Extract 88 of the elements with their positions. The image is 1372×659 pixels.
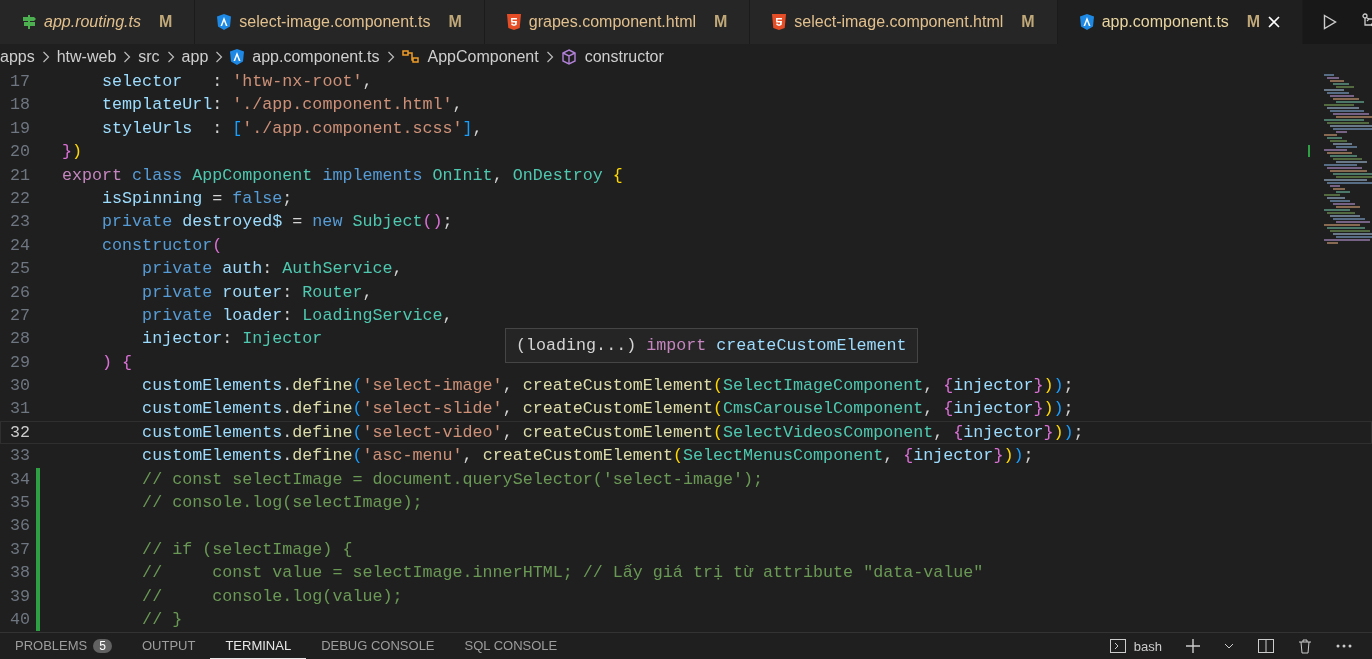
code-line: isSpinning = false; xyxy=(101,187,293,210)
code-line: injector: Injector xyxy=(141,328,323,351)
code-line: customElements.define('select-video', createCustomElement(SelectVideosComponent, {injector})); xyxy=(141,421,1084,444)
shield-icon xyxy=(772,14,787,30)
file-tab[interactable]: select-image.component.ts M xyxy=(195,0,485,44)
line-number: 23 xyxy=(8,211,30,234)
breadcrumb-item[interactable]: src xyxy=(138,45,160,69)
file-tab[interactable]: app.component.ts M xyxy=(1057,0,1304,44)
chevron-icon xyxy=(123,51,132,63)
trash-icon xyxy=(1298,638,1312,654)
chevron-icon xyxy=(215,51,224,63)
terminal-icon xyxy=(1109,639,1126,653)
line-number: 35 xyxy=(8,492,30,515)
shield-icon xyxy=(506,14,521,30)
chevron-icon xyxy=(166,51,175,63)
breadcrumb-item[interactable]: app xyxy=(181,45,209,69)
panel-tab[interactable]: TERMINAL xyxy=(210,633,307,659)
line-number: 26 xyxy=(8,281,30,304)
cube-icon xyxy=(560,49,577,65)
breadcrumb-item[interactable]: apps xyxy=(0,45,35,69)
code-line: constructor( xyxy=(101,234,223,257)
file-tab[interactable]: select-image.component.html M xyxy=(750,0,1058,44)
line-number: 17 xyxy=(8,71,30,93)
panel-tab[interactable]: OUTPUT xyxy=(126,633,211,659)
breadcrumb-item[interactable]: app.component.ts xyxy=(230,45,380,69)
shield-icon xyxy=(217,14,232,30)
line-number: 30 xyxy=(8,375,30,398)
line-number: 25 xyxy=(8,258,30,281)
line-number: 28 xyxy=(8,328,30,351)
plus-icon xyxy=(1186,639,1200,653)
line-number: 29 xyxy=(8,351,30,374)
signpost-icon xyxy=(22,14,36,30)
more-icon xyxy=(1336,644,1352,648)
code-line: // const value = selectImage.innerHTML; // Lấy giá trị từ attribute "data-value" xyxy=(141,562,984,585)
code-line: customElements.define('select-slide', createCustomElement(CmsCarouselComponent, {injector})); xyxy=(141,398,1074,421)
hover-tooltip: (loading...) import createCustomElement xyxy=(505,328,918,364)
line-number: 22 xyxy=(8,187,30,210)
code-line: templateUrl: './app.component.html', xyxy=(101,94,463,117)
panel-tab[interactable]: DEBUG CONSOLE xyxy=(306,633,450,659)
code-line: selector : 'htw-nx-root', xyxy=(101,71,373,93)
breadcrumb-item[interactable]: constructor xyxy=(560,45,664,69)
line-number: 40 xyxy=(8,609,30,631)
breadcrumb-item[interactable]: AppComponent xyxy=(401,45,539,69)
shield-icon xyxy=(1079,14,1094,30)
code-line: styleUrls : ['./app.component.scss'], xyxy=(101,117,483,140)
chevron-icon xyxy=(386,51,395,63)
line-number: 39 xyxy=(8,585,30,608)
file-tab[interactable]: grapes.component.html M xyxy=(484,0,751,44)
file-tab[interactable]: app.routing.ts M xyxy=(0,0,196,44)
breadcrumb-item[interactable]: htw-web xyxy=(56,45,117,69)
line-number: 18 xyxy=(8,94,30,117)
line-number: 19 xyxy=(8,117,30,140)
panel-tab[interactable]: PROBLEMS 5 xyxy=(0,633,127,659)
split-icon xyxy=(1258,639,1274,653)
code-line: customElements.define('select-image', createCustomElement(SelectImageComponent, {injector})); xyxy=(141,375,1074,398)
code-line: }) xyxy=(62,141,83,164)
code-line: // } xyxy=(141,609,183,631)
code-line: private router: Router, xyxy=(141,281,373,304)
code-line: // console.log(selectImage); xyxy=(141,492,423,515)
code-line: customElements.define('asc-menu', createCustomElement(SelectMenusComponent, {injector})); xyxy=(141,445,1034,468)
code-line: private loader: LoadingService, xyxy=(141,304,453,327)
line-number: 32 xyxy=(8,421,30,444)
line-number: 24 xyxy=(8,234,30,257)
chevron-icon xyxy=(41,51,50,63)
close-icon xyxy=(1268,16,1281,28)
code-line: export class AppComponent implements OnInit, OnDestroy { xyxy=(62,164,623,187)
code-line: private destroyed$ = new Subject(); xyxy=(101,211,453,234)
play-icon xyxy=(1323,14,1338,30)
line-number: 33 xyxy=(8,445,30,468)
line-number: 37 xyxy=(8,538,30,561)
terminal-shell-selector[interactable]: bash xyxy=(1105,639,1166,653)
code-line: // if (selectImage) { xyxy=(141,538,353,561)
class-icon xyxy=(401,49,420,65)
line-number: 31 xyxy=(8,398,30,421)
code-line: private auth: AuthService, xyxy=(141,258,403,281)
line-number: 21 xyxy=(8,164,30,187)
chevron-down-icon xyxy=(1224,643,1234,649)
line-number: 34 xyxy=(8,468,30,491)
line-number: 36 xyxy=(8,515,30,538)
code-line: ) { xyxy=(101,351,133,374)
panel-tab[interactable]: SQL CONSOLE xyxy=(449,633,573,659)
line-number: 20 xyxy=(8,141,30,164)
shield-icon xyxy=(230,49,245,65)
code-line: // console.log(value); xyxy=(141,585,403,608)
chevron-icon xyxy=(545,51,554,63)
line-number: 27 xyxy=(8,304,30,327)
code-line: // const selectImage = document.querySelector('select-image'); xyxy=(141,468,763,491)
line-number: 38 xyxy=(8,562,30,585)
